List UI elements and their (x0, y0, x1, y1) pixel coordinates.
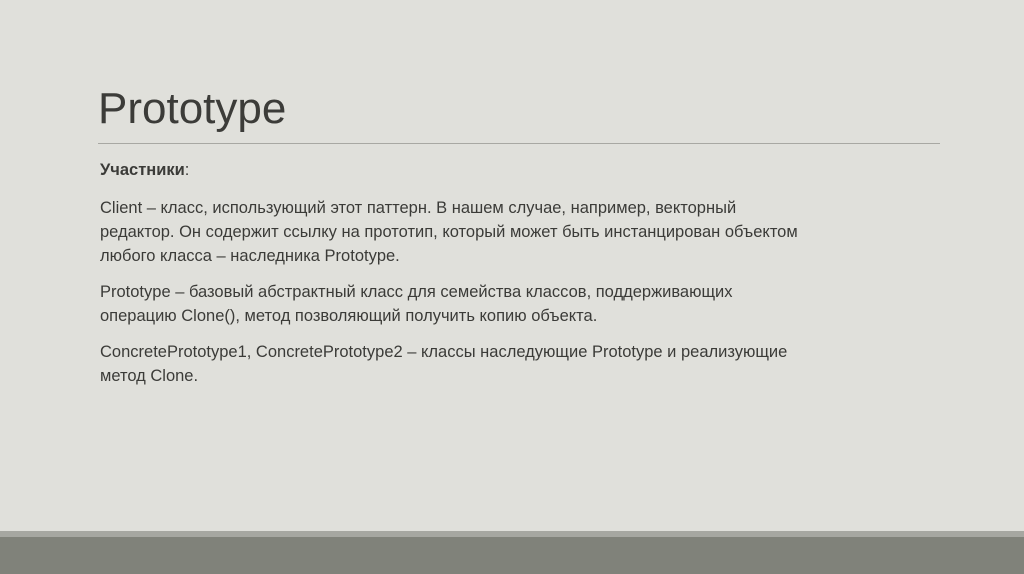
text-line: ConcretePrototype1, ConcretePrototype2 –… (100, 343, 788, 361)
text-line: операцию Clone(), метод позволяющий полу… (100, 307, 598, 325)
participants-heading: Участники: (100, 158, 960, 182)
paragraph-prototype: Prototype – базовый абстрактный класс дл… (100, 280, 960, 328)
paragraph-client: Client – класс, использующий этот паттер… (100, 196, 960, 268)
text-line: редактор. Он содержит ссылку на прототип… (100, 223, 798, 241)
participants-heading-text: Участники (100, 161, 185, 179)
paragraph-concrete-prototype: ConcretePrototype1, ConcretePrototype2 –… (100, 340, 960, 388)
text-line: Prototype – базовый абстрактный класс дл… (100, 283, 733, 301)
text-line: метод Clone. (100, 367, 199, 385)
footer-band (0, 537, 1024, 574)
text-line: любого класса – наследника Prototype. (100, 247, 400, 265)
slide-body: Участники: Client – класс, использующий … (100, 158, 960, 400)
text-line: Client – класс, использующий этот паттер… (100, 199, 737, 217)
title-divider (98, 143, 940, 144)
slide-title: Prototype (98, 84, 287, 133)
heading-colon: : (184, 161, 190, 179)
